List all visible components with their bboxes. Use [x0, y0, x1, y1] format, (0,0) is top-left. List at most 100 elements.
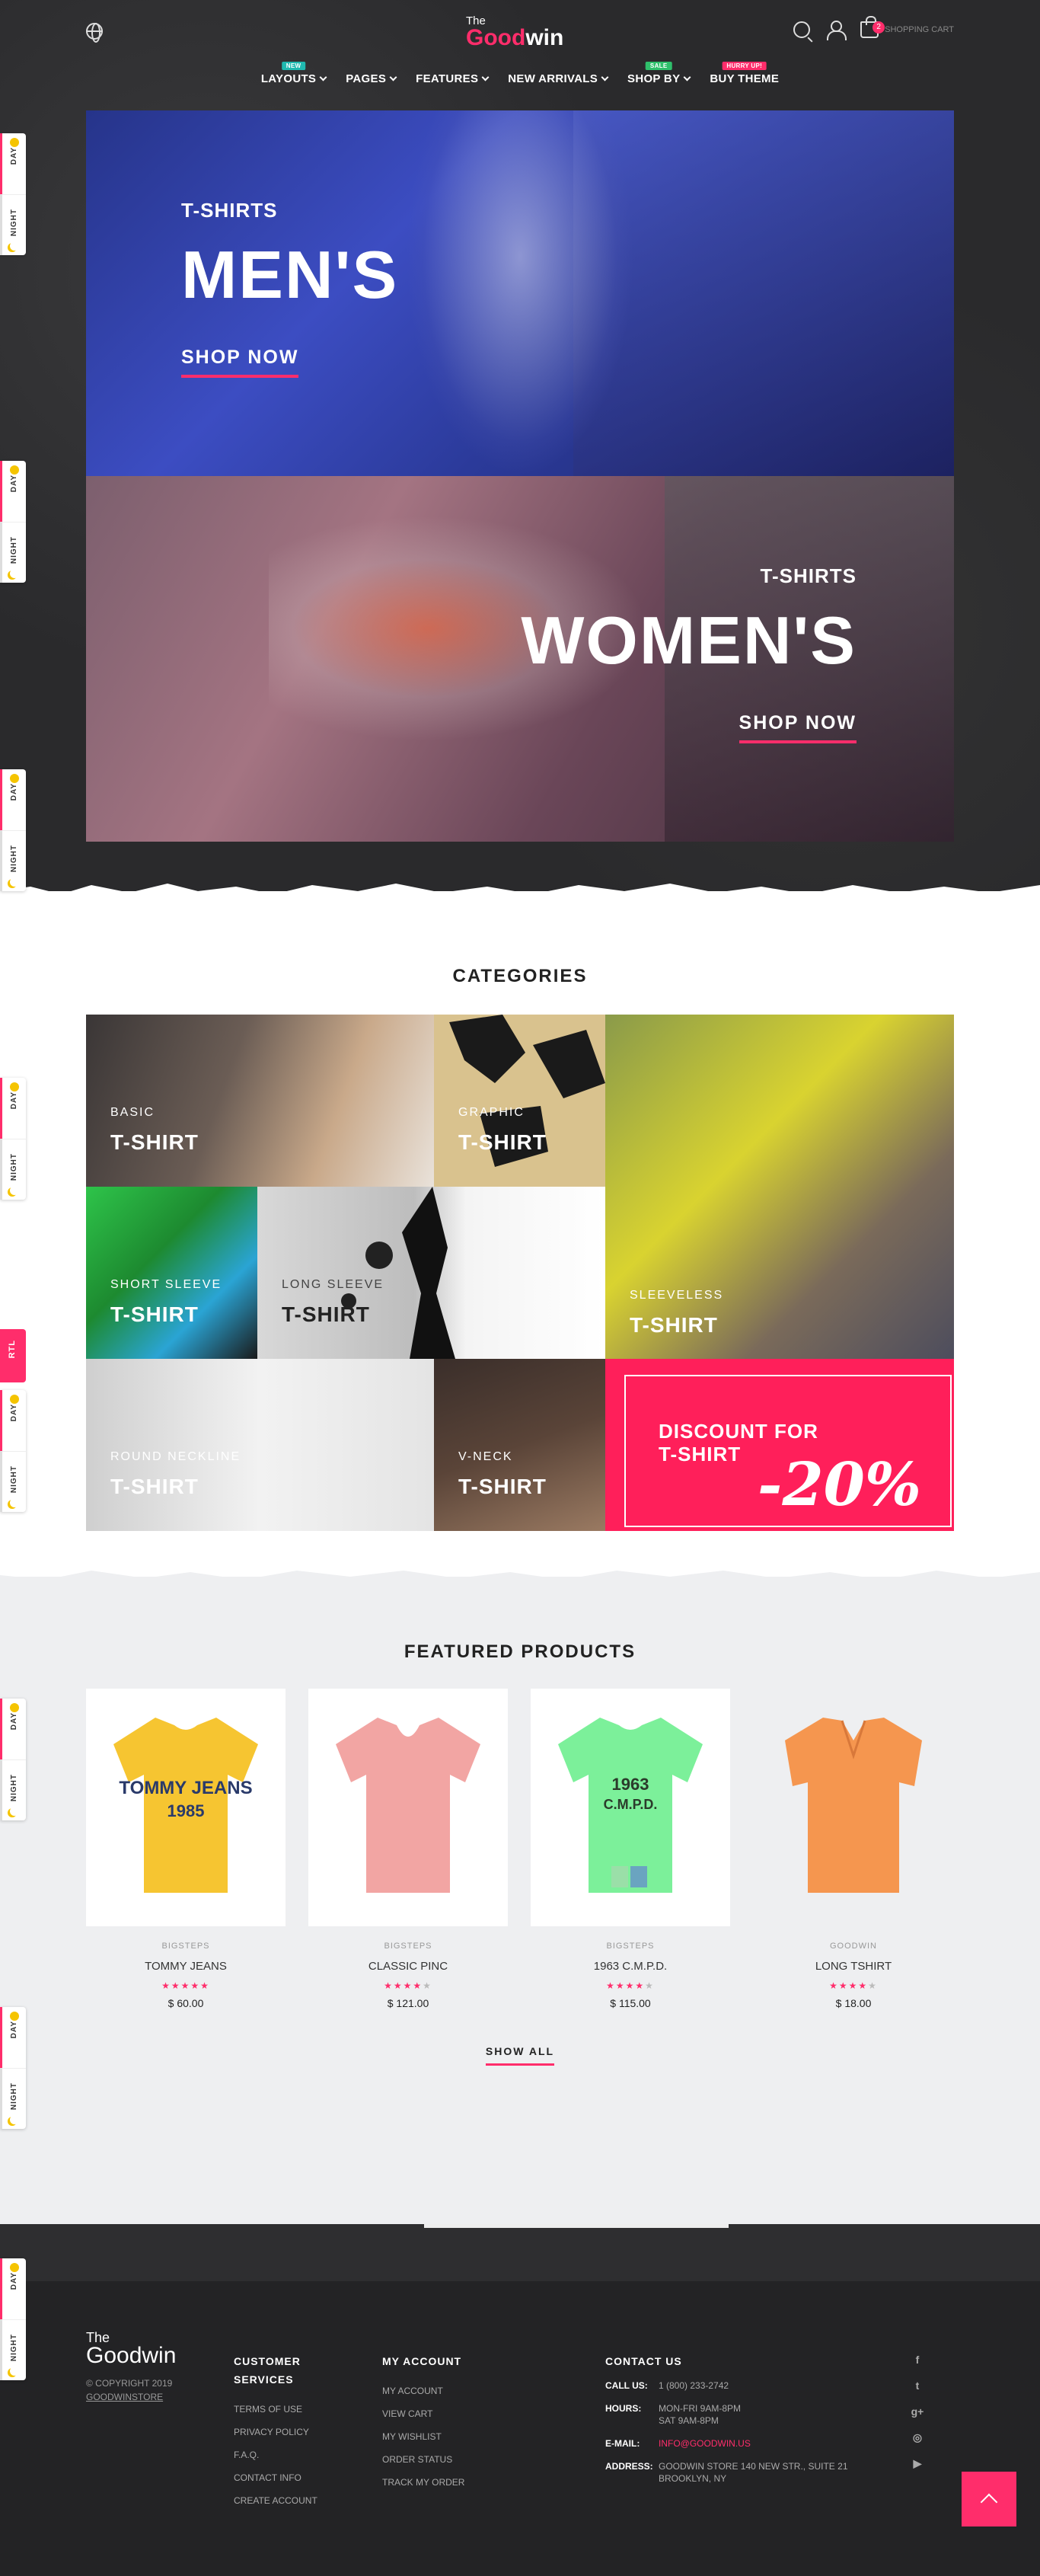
category-round-neckline[interactable]: ROUND NECKLINE T-SHIRT — [86, 1359, 434, 1531]
category-v-neck[interactable]: V-NECK T-SHIRT — [434, 1359, 605, 1531]
twitter-icon[interactable]: t — [911, 2379, 924, 2393]
day-mode-button[interactable]: DAY — [0, 1078, 26, 1139]
search-icon[interactable] — [793, 21, 811, 38]
contact-email-link[interactable]: INFO@GOODWIN.US — [659, 2437, 857, 2450]
youtube-icon[interactable]: ▶ — [911, 2457, 924, 2471]
day-mode-button[interactable]: DAY — [0, 1390, 26, 1451]
day-mode-button[interactable]: DAY — [0, 2258, 26, 2319]
product-image[interactable] — [754, 1689, 953, 1926]
nav-shop-by[interactable]: SALE SHOP BY — [627, 62, 691, 85]
sun-icon — [10, 138, 19, 147]
svg-text:1985: 1985 — [167, 1801, 205, 1820]
category-long-sleeve[interactable]: LONG SLEEVE T-SHIRT — [257, 1187, 605, 1359]
category-subtitle: V-NECK — [458, 1450, 513, 1463]
product-name[interactable]: LONG TSHIRT — [754, 1960, 953, 1973]
category-title: T-SHIRT — [110, 1130, 199, 1154]
night-mode-button[interactable]: NIGHT — [0, 1139, 26, 1200]
product-brand: BIGSTEPS — [161, 1942, 210, 1951]
google-plus-icon[interactable]: g+ — [911, 2405, 924, 2419]
footer-link-order-status[interactable]: ORDER STATUS — [382, 2448, 464, 2471]
instagram-icon[interactable]: ◎ — [911, 2431, 924, 2445]
day-night-toggle: DAY NIGHT — [0, 1699, 26, 1820]
moon-icon — [10, 2115, 19, 2124]
rtl-toggle-button[interactable]: RTL — [0, 1329, 26, 1382]
footer-link-track-order[interactable]: TRACK MY ORDER — [382, 2471, 464, 2494]
facebook-icon[interactable]: f — [911, 2354, 924, 2367]
day-night-toggle: DAY NIGHT — [0, 1078, 26, 1200]
banner-womens[interactable]: T-SHIRTS WOMEN'S SHOP NOW — [86, 476, 954, 842]
footer-link-terms[interactable]: TERMS OF USE — [234, 2398, 317, 2421]
night-mode-button[interactable]: NIGHT — [0, 2068, 26, 2129]
footer-logo[interactable]: The Goodwin — [86, 2331, 176, 2367]
sun-icon — [10, 774, 19, 783]
day-label: DAY — [10, 1404, 18, 1422]
night-mode-button[interactable]: NIGHT — [0, 194, 26, 255]
product-price: $ 18.00 — [835, 1997, 872, 2009]
night-mode-button[interactable]: NIGHT — [0, 1759, 26, 1820]
product-name[interactable]: 1963 C.M.P.D. — [531, 1960, 730, 1973]
category-subtitle: SHORT SLEEVE — [110, 1278, 222, 1291]
moon-icon — [10, 1498, 19, 1507]
night-mode-button[interactable]: NIGHT — [0, 522, 26, 583]
site-logo[interactable]: The Goodwin — [466, 15, 563, 50]
banner-mens[interactable]: T-SHIRTS MEN'S SHOP NOW — [86, 110, 954, 476]
product-name[interactable]: TOMMY JEANS — [86, 1960, 286, 1973]
moon-icon — [10, 241, 19, 251]
copyright-link[interactable]: GOODWINSTORE — [86, 2392, 163, 2402]
night-mode-button[interactable]: NIGHT — [0, 2319, 26, 2380]
categories-title: CATEGORIES — [452, 966, 588, 986]
product-card: BIGSTEPS CLASSIC PINC ★★★★★ $ 121.00 — [308, 1689, 508, 2009]
product-image[interactable]: 1963 C.M.P.D. — [531, 1689, 730, 1926]
show-all-container: SHOW ALL — [0, 2045, 1040, 2066]
shop-now-link[interactable]: SHOP NOW — [739, 712, 857, 743]
category-short-sleeve[interactable]: SHORT SLEEVE T-SHIRT — [86, 1187, 257, 1359]
product-name[interactable]: CLASSIC PINC — [308, 1960, 508, 1973]
header-icons: 2 SHOPPING CART — [793, 16, 954, 40]
day-label: DAY — [10, 1091, 18, 1110]
footer-link-wishlist[interactable]: MY WISHLIST — [382, 2425, 464, 2448]
day-mode-button[interactable]: DAY — [0, 2007, 26, 2068]
footer-my-account: MY ACCOUNT MY ACCOUNT VIEW CART MY WISHL… — [382, 2352, 464, 2494]
category-basic[interactable]: BASIC T-SHIRT — [86, 1015, 434, 1187]
day-mode-button[interactable]: DAY — [0, 133, 26, 194]
nav-features[interactable]: FEATURES — [416, 72, 490, 85]
nav-layouts[interactable]: NEW LAYOUTS — [261, 62, 327, 85]
day-mode-button[interactable]: DAY — [0, 769, 26, 830]
footer-link-privacy[interactable]: PRIVACY POLICY — [234, 2421, 317, 2443]
featured-title: FEATURED PRODUCTS — [404, 1641, 636, 1662]
nav-pages[interactable]: PAGES — [346, 72, 397, 85]
product-rating: ★★★★★ — [161, 1980, 210, 1991]
footer-link-create-account[interactable]: CREATE ACCOUNT — [234, 2489, 317, 2512]
category-subtitle: LONG SLEEVE — [282, 1278, 384, 1291]
footer-link-faq[interactable]: F.A.Q. — [234, 2443, 317, 2466]
product-image[interactable] — [308, 1689, 508, 1926]
footer-link-contact[interactable]: CONTACT INFO — [234, 2466, 317, 2489]
night-mode-button[interactable]: NIGHT — [0, 830, 26, 891]
day-mode-button[interactable]: DAY — [0, 1699, 26, 1759]
nav-new-arrivals[interactable]: NEW ARRIVALS — [508, 72, 609, 85]
account-icon[interactable] — [827, 21, 847, 40]
logo-name: Goodwin — [466, 25, 563, 50]
footer-link-my-account[interactable]: MY ACCOUNT — [382, 2379, 464, 2402]
chevron-down-icon — [601, 73, 609, 81]
night-label: NIGHT — [10, 1153, 18, 1181]
svg-text:TOMMY JEANS: TOMMY JEANS — [119, 1778, 252, 1798]
category-sleeveless[interactable]: SLEEVELESS T-SHIRT — [605, 1015, 954, 1359]
day-mode-button[interactable]: DAY — [0, 461, 26, 522]
scroll-to-top-button[interactable] — [962, 2472, 1016, 2526]
sun-icon — [10, 1395, 19, 1404]
footer-link-view-cart[interactable]: VIEW CART — [382, 2402, 464, 2425]
shop-now-link[interactable]: SHOP NOW — [181, 347, 299, 378]
product-image[interactable]: TOMMY JEANS 1985 — [86, 1689, 286, 1926]
footer-logo-name: Goodwin — [86, 2343, 177, 2368]
contact-call-value[interactable]: 1 (800) 233-2742 — [659, 2379, 857, 2392]
show-all-link[interactable]: SHOW ALL — [485, 2045, 555, 2066]
cart-button[interactable]: 2 SHOPPING CART — [860, 16, 954, 38]
night-label: NIGHT — [10, 1774, 18, 1802]
nav-buy-theme[interactable]: HURRY UP! BUY THEME — [710, 62, 779, 85]
category-graphic[interactable]: GRAPHIC T-SHIRT — [434, 1015, 605, 1187]
moon-icon — [10, 569, 19, 578]
day-night-toggle: DAY NIGHT — [0, 769, 26, 891]
language-globe-icon[interactable] — [86, 23, 103, 43]
night-mode-button[interactable]: NIGHT — [0, 1451, 26, 1512]
